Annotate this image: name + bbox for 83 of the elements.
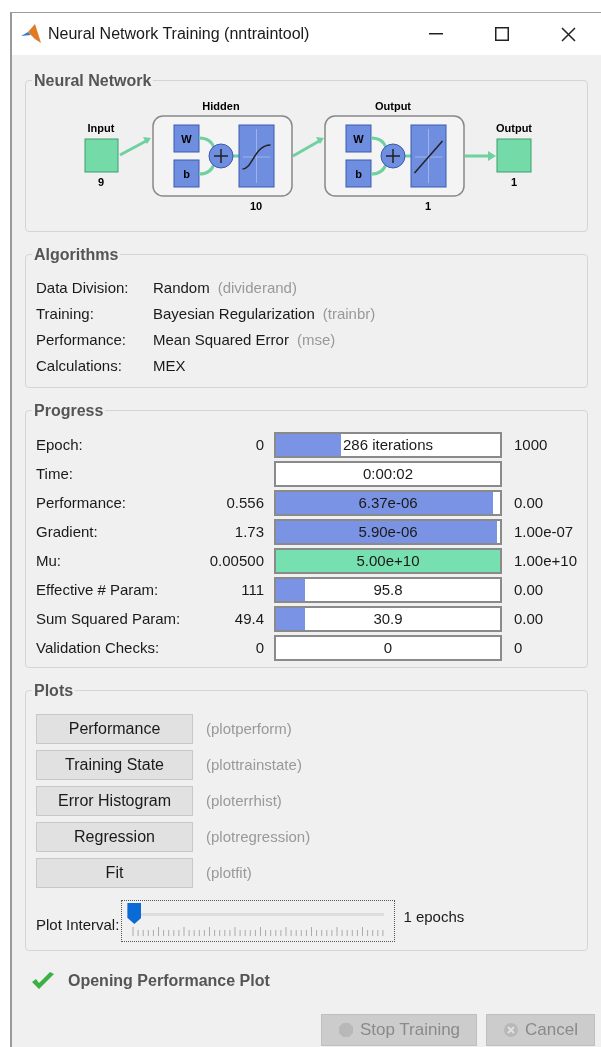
layer-title: Output <box>375 100 411 112</box>
sigmoid-transfer-icon <box>238 124 275 188</box>
plot-interval-slider[interactable] <box>121 900 396 942</box>
progress-label: Gradient: <box>36 521 99 542</box>
plot-interval-label: Plot Interval: <box>36 914 120 935</box>
bias-block: b <box>345 159 372 188</box>
function-name: (plotregression) <box>206 826 311 847</box>
input-block <box>84 138 119 173</box>
interval-reading: 1 epochs <box>403 906 465 927</box>
arrow <box>292 137 324 158</box>
start-value: 0.556 <box>226 492 264 513</box>
algorithm-label: Calculations: <box>36 355 123 376</box>
algorithm-value: Bayesian Regularization <box>153 303 315 324</box>
end-value: 0 <box>514 637 523 658</box>
status-message: Opening Performance Plot <box>68 971 270 991</box>
output-label: Output <box>496 122 532 134</box>
progress-reading: 5.00e+10 <box>356 550 420 571</box>
maximize-icon <box>495 27 509 41</box>
function-name: (ploterrhist) <box>206 790 282 811</box>
progress-reading: 286 iterations <box>342 434 434 455</box>
algorithm-value: Random <box>153 277 210 298</box>
algorithm-value: Mean Squared Error <box>153 329 289 350</box>
weight-block: W <box>345 124 372 153</box>
progress-label: Effective # Param: <box>36 579 160 600</box>
end-value: 0.00 <box>514 492 544 513</box>
progress-label: Mu: <box>36 550 62 571</box>
connector-line <box>197 136 241 176</box>
end-value: 1.00e-07 <box>514 521 574 542</box>
start-value: 0 <box>255 637 264 658</box>
end-value: 1.00e+10 <box>514 550 577 571</box>
minimize-icon <box>429 33 443 35</box>
slider-thumb[interactable] <box>127 903 142 924</box>
bias-block: b <box>173 159 200 188</box>
progress-label: Time: <box>36 463 74 484</box>
plot-button[interactable]: Regression <box>36 822 193 852</box>
output-size: 1 <box>510 176 518 188</box>
window-title: Neural Network Training (nntraintool) <box>48 24 310 44</box>
end-value: 0.00 <box>514 579 544 600</box>
connector-line <box>369 136 413 176</box>
app-logo-icon <box>20 23 42 45</box>
close-icon <box>560 26 576 42</box>
weight-block: W <box>173 124 200 153</box>
function-name: (mse) <box>296 329 336 350</box>
layer-size: 1 <box>424 200 432 212</box>
progress-label: Performance: <box>36 492 128 513</box>
progress-reading: 5.90e-06 <box>358 521 418 542</box>
plot-button[interactable]: Error Histogram <box>36 786 193 816</box>
algorithm-label: Data Division: <box>36 277 130 298</box>
progress-reading: 95.8 <box>373 579 403 600</box>
linear-transfer-icon <box>410 124 447 188</box>
algorithm-value: MEX <box>153 355 186 376</box>
arrow <box>465 151 496 161</box>
progress-reading: 30.9 <box>373 608 403 629</box>
algorithm-label: Performance: <box>36 329 128 350</box>
plot-button[interactable]: Performance <box>36 714 193 744</box>
function-name: (plotfit) <box>206 862 252 883</box>
layer-size: 10 <box>249 200 263 212</box>
cancel-icon <box>503 1022 520 1038</box>
start-value: 49.4 <box>234 608 264 629</box>
function-name: (plotperform) <box>206 718 292 739</box>
function-name: (trainbr) <box>322 303 376 324</box>
arrow <box>119 137 151 157</box>
start-value: 1.73 <box>234 521 264 542</box>
function-name: (dividerand) <box>217 277 297 298</box>
end-value: 1000 <box>514 434 548 455</box>
input-label: Input <box>87 122 115 134</box>
algorithm-label: Training: <box>36 303 95 324</box>
plot-button[interactable]: Training State <box>36 750 193 780</box>
progress-reading: 6.37e-06 <box>358 492 418 513</box>
sum-icon <box>208 143 234 169</box>
start-value: 111 <box>241 579 264 600</box>
start-value: 0 <box>255 434 264 455</box>
start-value: 0.00500 <box>209 550 264 571</box>
plot-button[interactable]: Fit <box>36 858 193 888</box>
input-size: 9 <box>97 176 105 188</box>
layer-title: Hidden <box>202 100 240 112</box>
sum-icon <box>380 143 406 169</box>
progress-label: Validation Checks: <box>36 637 161 658</box>
progress-label: Epoch: <box>36 434 84 455</box>
progress-label: Sum Squared Param: <box>36 608 182 629</box>
end-value: 0.00 <box>514 608 544 629</box>
function-name: (plottrainstate) <box>206 754 302 775</box>
output-block <box>496 138 532 173</box>
